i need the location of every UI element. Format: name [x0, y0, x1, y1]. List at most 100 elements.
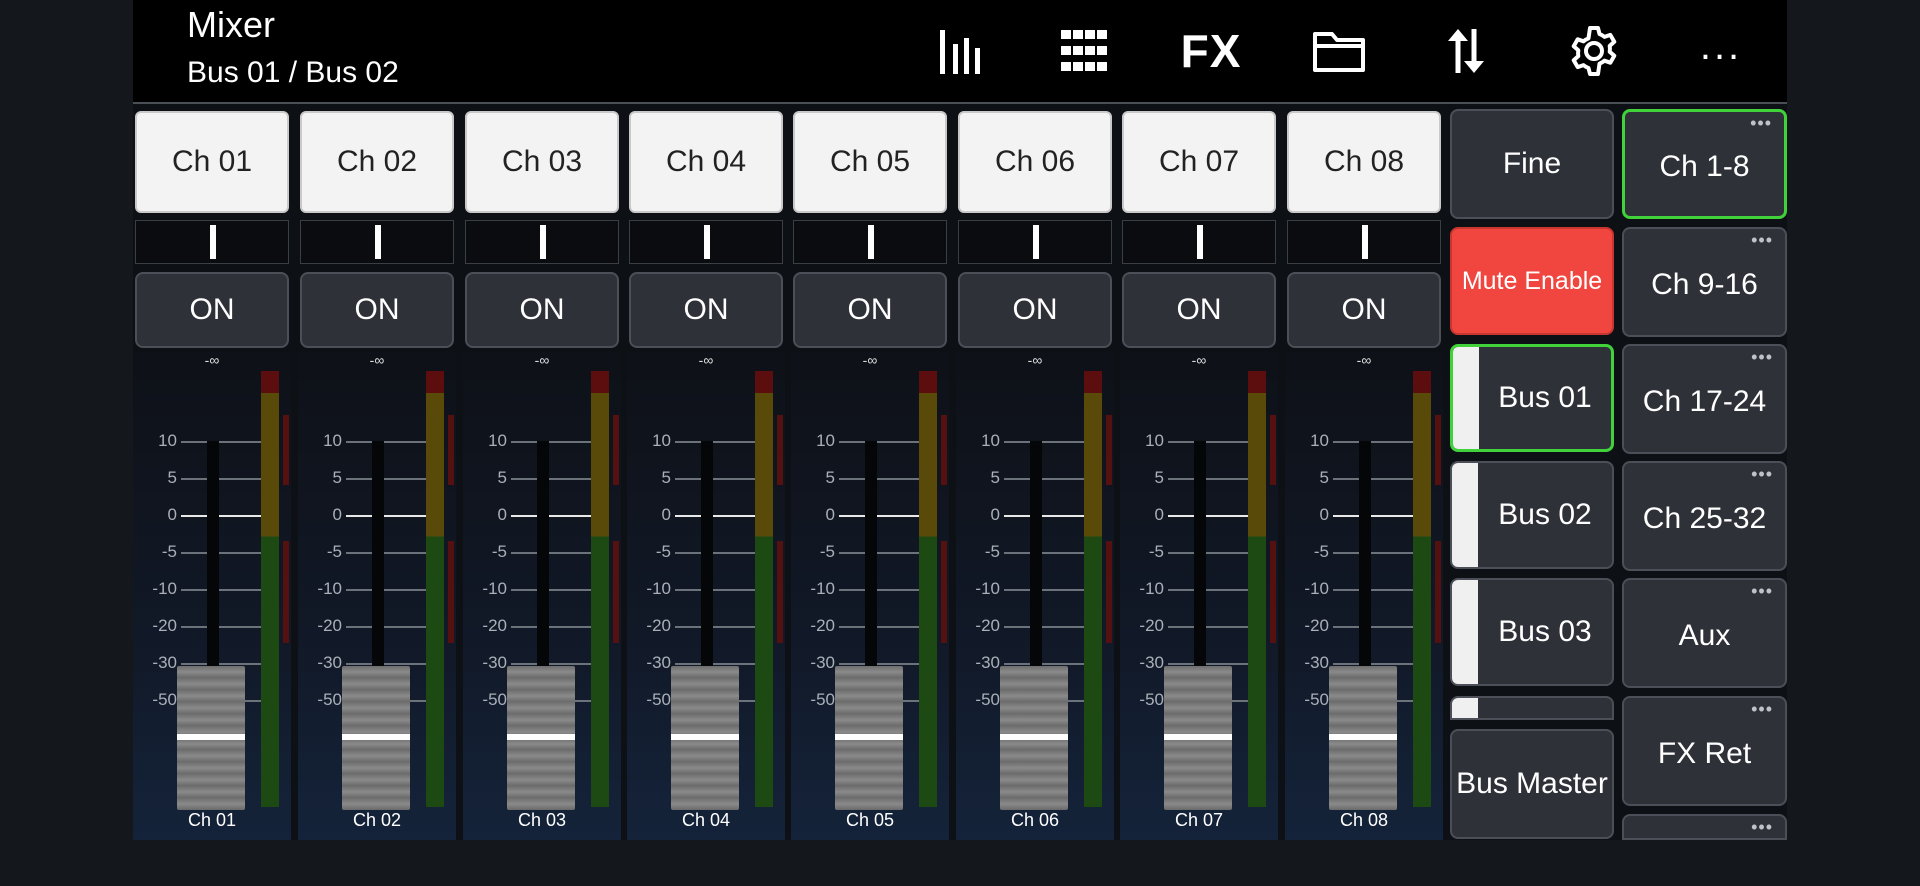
- fader-track[interactable]: [1030, 441, 1042, 669]
- channel-select-button[interactable]: Ch 03: [465, 111, 619, 213]
- peak-meter-segment: [448, 541, 454, 643]
- channel-select-button[interactable]: Ch 02: [300, 111, 454, 213]
- channel-strip: Ch 06 ON -∞ 10 5 0 -5 -10 -20 -30 -50 Ch 06: [956, 108, 1114, 840]
- scale-tick-label: -20: [1139, 616, 1164, 635]
- channel-on-button[interactable]: ON: [793, 272, 947, 348]
- pan-indicator: [704, 225, 710, 259]
- scale-tick-label: -10: [646, 579, 671, 598]
- bank-button-fx-ret[interactable]: ••• FX Ret: [1622, 696, 1787, 806]
- pan-control[interactable]: [1287, 220, 1441, 264]
- mixer-app: Mixer Bus 01 / Bus 02 FX ... Ch 01 ON -∞…: [133, 0, 1787, 840]
- bank-button-aux[interactable]: ••• Aux: [1622, 578, 1787, 688]
- channel-select-button[interactable]: Ch 08: [1287, 111, 1441, 213]
- scale-tick-line: [1333, 441, 1417, 443]
- pan-control[interactable]: [958, 220, 1112, 264]
- fine-button[interactable]: Fine: [1450, 109, 1614, 219]
- channel-select-button[interactable]: Ch 06: [958, 111, 1112, 213]
- fader-track[interactable]: [537, 441, 549, 669]
- scale-tick-label: 0: [497, 505, 507, 524]
- grid-icon[interactable]: [1041, 16, 1127, 86]
- bank-button-partial[interactable]: •••: [1622, 814, 1787, 840]
- channel-on-button[interactable]: ON: [465, 272, 619, 348]
- fader-track[interactable]: [207, 441, 219, 669]
- bus-master-button[interactable]: Bus Master: [1450, 729, 1614, 839]
- channel-name-label: Ch 06: [1010, 810, 1060, 830]
- channel-on-button[interactable]: ON: [1122, 272, 1276, 348]
- bus-02-button[interactable]: Bus 02: [1450, 461, 1614, 569]
- peak-meter-segment: [1106, 415, 1112, 485]
- level-readout: -∞: [698, 352, 714, 368]
- scale-tick-label: -5: [161, 542, 177, 561]
- scale-tick-label: -30: [317, 653, 342, 672]
- bank-options-icon[interactable]: •••: [1751, 818, 1773, 836]
- pan-control[interactable]: [465, 220, 619, 264]
- peak-meter-segment: [941, 415, 947, 485]
- channel-select-button[interactable]: Ch 05: [793, 111, 947, 213]
- folder-icon[interactable]: [1296, 16, 1382, 86]
- fader-track[interactable]: [1194, 441, 1206, 669]
- bus-03-button[interactable]: Bus 03: [1450, 578, 1614, 686]
- pan-control[interactable]: [793, 220, 947, 264]
- bank-label: Aux: [1678, 619, 1731, 652]
- scale-tick-label: -30: [646, 653, 671, 672]
- fx-icon[interactable]: FX: [1168, 16, 1254, 86]
- scale-tick-label: -10: [1139, 579, 1164, 598]
- routing-arrows-icon[interactable]: [1423, 16, 1509, 86]
- pan-control[interactable]: [135, 220, 289, 264]
- bank-options-icon[interactable]: •••: [1751, 231, 1773, 249]
- channel-on-button[interactable]: ON: [135, 272, 289, 348]
- more-icon[interactable]: ...: [1678, 16, 1764, 86]
- channel-on-button[interactable]: ON: [629, 272, 783, 348]
- scale-tick-line: [675, 552, 759, 554]
- fader-handle[interactable]: [1164, 666, 1232, 810]
- peak-meter-segment: [613, 415, 619, 485]
- fader-handle[interactable]: [342, 666, 410, 810]
- fader-track[interactable]: [865, 441, 877, 669]
- fader-handle[interactable]: [507, 666, 575, 810]
- bank-button-ch-9-16[interactable]: ••• Ch 9-16: [1622, 227, 1787, 337]
- fader-handle-line: [1000, 734, 1068, 740]
- channel-on-button[interactable]: ON: [958, 272, 1112, 348]
- fader-track[interactable]: [372, 441, 384, 669]
- bank-options-icon[interactable]: •••: [1751, 582, 1773, 600]
- scale-tick-label: 0: [990, 505, 1000, 524]
- gear-icon[interactable]: [1551, 16, 1637, 86]
- mute-enable-button[interactable]: Mute Enable: [1450, 227, 1614, 335]
- scale-tick-label: -5: [1313, 542, 1329, 561]
- bank-options-icon[interactable]: •••: [1751, 700, 1773, 718]
- fader-handle[interactable]: [1000, 666, 1068, 810]
- meters-icon[interactable]: [916, 16, 1002, 86]
- channel-strip: Ch 07 ON -∞ 10 5 0 -5 -10 -20 -30 -50 Ch 07: [1120, 108, 1278, 840]
- fader-track[interactable]: [1359, 441, 1371, 669]
- fader-handle[interactable]: [177, 666, 245, 810]
- channel-on-button[interactable]: ON: [300, 272, 454, 348]
- bank-options-icon[interactable]: •••: [1750, 114, 1772, 132]
- channel-select-button[interactable]: Ch 07: [1122, 111, 1276, 213]
- pan-control[interactable]: [300, 220, 454, 264]
- pan-control[interactable]: [1122, 220, 1276, 264]
- channel-select-button[interactable]: Ch 04: [629, 111, 783, 213]
- fader-handle[interactable]: [1329, 666, 1397, 810]
- scale-tick-label: 10: [323, 431, 342, 450]
- fader-track[interactable]: [701, 441, 713, 669]
- bank-button-ch-17-24[interactable]: ••• Ch 17-24: [1622, 344, 1787, 454]
- scale-tick-line: [1333, 663, 1417, 665]
- level-meter: [1084, 371, 1102, 807]
- channel-on-button[interactable]: ON: [1287, 272, 1441, 348]
- bank-options-icon[interactable]: •••: [1751, 348, 1773, 366]
- bus-list-partial-item[interactable]: [1450, 696, 1614, 720]
- fader-handle[interactable]: [835, 666, 903, 810]
- bank-button-ch-25-32[interactable]: ••• Ch 25-32: [1622, 461, 1787, 571]
- peak-meter-segment: [1106, 541, 1112, 643]
- more-label: ...: [1699, 23, 1743, 68]
- channel-select-button[interactable]: Ch 01: [135, 111, 289, 213]
- fader-handle[interactable]: [671, 666, 739, 810]
- bus-01-button[interactable]: Bus 01: [1450, 344, 1614, 452]
- bank-button-ch-1-8[interactable]: ••• Ch 1-8: [1622, 109, 1787, 219]
- scale-tick-line: [1168, 552, 1252, 554]
- pan-control[interactable]: [629, 220, 783, 264]
- scale-tick-line: [1333, 552, 1417, 554]
- bank-options-icon[interactable]: •••: [1751, 465, 1773, 483]
- peak-meter-segment: [283, 541, 289, 643]
- peak-meter-segment: [1270, 541, 1276, 643]
